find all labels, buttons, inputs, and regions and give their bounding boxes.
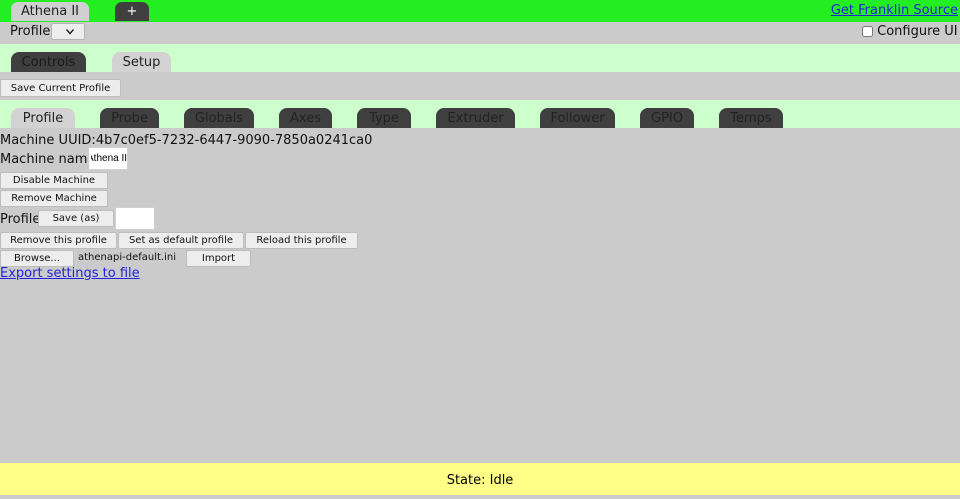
selected-file-name: athenapi-default.ini: [78, 252, 176, 263]
add-machine-tab[interactable]: +: [115, 2, 149, 21]
machine-uuid-value: 4b7c0ef5-7232-6447-9090-7850a0241ca0: [95, 133, 373, 148]
profile-name-label: Profile: [0, 212, 41, 227]
reload-profile-button[interactable]: Reload this profile: [245, 232, 358, 249]
tab-extruder-label: Extruder: [447, 111, 504, 126]
tab-profile[interactable]: Profile: [11, 108, 75, 128]
remove-machine-button[interactable]: Remove Machine: [0, 190, 108, 207]
plus-icon: +: [126, 4, 138, 19]
tab-probe-label: Probe: [111, 111, 148, 126]
status-bar: State: Idle: [0, 463, 960, 495]
save-current-profile-button[interactable]: Save Current Profile: [0, 79, 121, 97]
profile-name-input[interactable]: [115, 207, 155, 230]
machine-name-input[interactable]: [88, 147, 128, 170]
tab-type-label: Type: [369, 111, 399, 126]
tab-axes[interactable]: Axes: [279, 108, 332, 128]
tab-setup-label: Setup: [122, 55, 161, 70]
tab-globals-label: Globals: [194, 111, 244, 126]
tab-gpio-label: GPIO: [651, 111, 683, 126]
tab-type[interactable]: Type: [357, 108, 411, 128]
machine-tab-label: Athena II: [20, 4, 79, 19]
status-text: State: Idle: [446, 473, 514, 488]
machine-name-label: Machine name:: [0, 152, 100, 167]
profile-select[interactable]: [51, 23, 85, 40]
tab-follower-label: Follower: [550, 111, 605, 126]
tab-temps-label: Temps: [730, 111, 772, 126]
profile-label: Profile:: [10, 24, 55, 39]
tab-follower[interactable]: Follower: [540, 108, 615, 128]
tab-temps[interactable]: Temps: [719, 108, 783, 128]
configure-ui-label: Configure UI: [877, 24, 958, 39]
tab-setup[interactable]: Setup: [112, 52, 171, 72]
tab-probe[interactable]: Probe: [100, 108, 159, 128]
machine-uuid: Machine UUID:4b7c0ef5-7232-6447-9090-785…: [0, 133, 372, 148]
tab-globals[interactable]: Globals: [184, 108, 254, 128]
configure-ui-checkbox[interactable]: [862, 26, 873, 37]
save-as-button[interactable]: Save (as): [38, 210, 114, 227]
tab-controls[interactable]: Controls: [11, 52, 86, 72]
tab-controls-label: Controls: [21, 55, 76, 70]
source-link[interactable]: Get Franklin Source: [831, 3, 958, 18]
chevron-down-icon: [66, 29, 74, 35]
profile-row: [0, 22, 960, 44]
set-default-profile-button[interactable]: Set as default profile: [118, 232, 244, 249]
tab-profile-label: Profile: [22, 111, 64, 126]
remove-profile-button[interactable]: Remove this profile: [0, 232, 117, 249]
machine-tab-athena[interactable]: Athena II: [11, 2, 89, 21]
tab-axes-label: Axes: [290, 111, 321, 126]
configure-ui: Configure UI: [862, 24, 958, 39]
machine-uuid-label: Machine UUID:: [0, 133, 96, 148]
import-button[interactable]: Import: [186, 250, 251, 267]
disable-machine-button[interactable]: Disable Machine: [0, 172, 108, 189]
export-settings-link[interactable]: Export settings to file: [0, 266, 140, 281]
browse-button[interactable]: Browse...: [0, 250, 74, 267]
tab-extruder[interactable]: Extruder: [436, 108, 515, 128]
tab-gpio[interactable]: GPIO: [640, 108, 694, 128]
